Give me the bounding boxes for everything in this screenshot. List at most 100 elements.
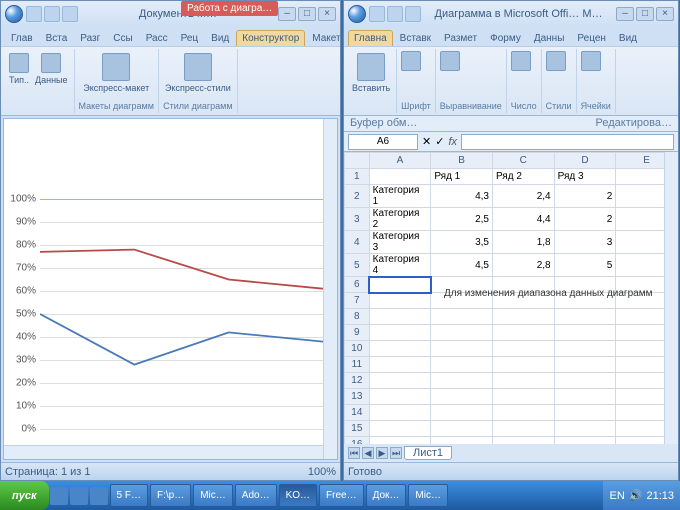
row-header[interactable]: 14 <box>345 405 370 421</box>
cell[interactable]: 2 <box>554 185 616 208</box>
column-header[interactable]: D <box>554 153 616 169</box>
cell[interactable]: 3 <box>554 231 616 254</box>
sheet-nav-next[interactable]: ▶ <box>376 447 388 459</box>
cell[interactable] <box>554 309 616 325</box>
save-icon[interactable] <box>369 6 385 22</box>
styles-group-icon[interactable] <box>546 51 566 71</box>
cell[interactable] <box>369 293 431 309</box>
cell[interactable]: Категория 3 <box>369 231 431 254</box>
tab-chart-layout[interactable]: Макет <box>306 30 346 46</box>
tab-mailings[interactable]: Расс <box>140 30 174 46</box>
cell[interactable] <box>369 277 431 293</box>
row-header[interactable]: 1 <box>345 169 370 185</box>
tab-layout[interactable]: Разг <box>74 30 106 46</box>
taskbar-item[interactable]: Ado… <box>235 484 277 507</box>
cell[interactable] <box>554 373 616 389</box>
taskbar-item[interactable]: F:\p… <box>150 484 191 507</box>
cell[interactable] <box>431 373 493 389</box>
start-button[interactable]: пуск <box>0 481 49 510</box>
row-header[interactable]: 9 <box>345 325 370 341</box>
cell[interactable]: 3,5 <box>431 231 493 254</box>
cell[interactable] <box>492 357 554 373</box>
cell[interactable]: 4,3 <box>431 185 493 208</box>
tab-view[interactable]: Вид <box>205 30 235 46</box>
cell[interactable] <box>492 405 554 421</box>
tray-icon[interactable]: 🔊 <box>629 489 643 502</box>
name-box[interactable] <box>348 134 418 150</box>
close-button[interactable]: × <box>656 7 674 21</box>
cell[interactable] <box>554 325 616 341</box>
cell[interactable] <box>369 169 431 185</box>
cell[interactable]: 4,5 <box>431 254 493 277</box>
taskbar-item[interactable]: Mic… <box>408 484 448 507</box>
row-header[interactable]: 7 <box>345 293 370 309</box>
tab-view[interactable]: Вид <box>613 30 643 46</box>
font-group-icon[interactable] <box>401 51 421 71</box>
chart-data-button[interactable]: Данные <box>33 51 70 87</box>
cell[interactable]: Ряд 3 <box>554 169 616 185</box>
cell[interactable]: 2,4 <box>492 185 554 208</box>
cell[interactable] <box>431 389 493 405</box>
taskbar-item[interactable]: Free… <box>319 484 364 507</box>
cell[interactable] <box>369 405 431 421</box>
tab-references[interactable]: Ссы <box>107 30 138 46</box>
row-header[interactable]: 5 <box>345 254 370 277</box>
cell[interactable] <box>492 437 554 445</box>
cell[interactable] <box>431 421 493 437</box>
cell[interactable] <box>431 437 493 445</box>
word-scrollbar-horizontal[interactable] <box>4 445 323 459</box>
row-header[interactable]: 12 <box>345 373 370 389</box>
cells-group-icon[interactable] <box>581 51 601 71</box>
redo-icon[interactable] <box>62 6 78 22</box>
tab-design[interactable]: Конструктор <box>236 30 305 46</box>
cell[interactable] <box>369 389 431 405</box>
alignment-group-icon[interactable] <box>440 51 460 71</box>
cell[interactable]: 2 <box>554 208 616 231</box>
cell[interactable]: 5 <box>554 254 616 277</box>
excel-scrollbar-vertical[interactable] <box>664 152 678 444</box>
chart-tools-contextual-tab[interactable]: Работа с диагра… <box>181 1 278 16</box>
cell[interactable] <box>431 341 493 357</box>
minimize-button[interactable]: – <box>278 7 296 21</box>
maximize-button[interactable]: □ <box>636 7 654 21</box>
office-button[interactable] <box>5 5 23 23</box>
cell[interactable] <box>492 341 554 357</box>
close-button[interactable]: × <box>318 7 336 21</box>
cell[interactable] <box>431 357 493 373</box>
cell[interactable] <box>554 405 616 421</box>
taskbar-item[interactable]: Mic… <box>193 484 233 507</box>
cell[interactable]: Ряд 2 <box>492 169 554 185</box>
row-header[interactable]: 6 <box>345 277 370 293</box>
cell[interactable]: Категория 2 <box>369 208 431 231</box>
cell[interactable] <box>369 309 431 325</box>
cell[interactable]: Категория 1 <box>369 185 431 208</box>
cell[interactable] <box>492 421 554 437</box>
quick-layout-button[interactable]: Экспресс-макет <box>79 51 154 95</box>
document-area[interactable]: 0%10%20%30%40%50%60%70%80%90%100% <box>3 118 338 460</box>
row-header[interactable]: 16 <box>345 437 370 445</box>
tab-review[interactable]: Рец <box>175 30 205 46</box>
cell[interactable]: Категория 4 <box>369 254 431 277</box>
sheet-nav-prev[interactable]: ◀ <box>362 447 374 459</box>
undo-icon[interactable] <box>387 6 403 22</box>
number-group-icon[interactable] <box>511 51 531 71</box>
cell[interactable] <box>492 309 554 325</box>
sheet-tab[interactable]: Лист1 <box>404 446 452 460</box>
minimize-button[interactable]: – <box>616 7 634 21</box>
cell[interactable] <box>431 325 493 341</box>
enter-icon[interactable]: ✓ <box>435 135 444 148</box>
office-button[interactable] <box>348 5 366 23</box>
quick-styles-button[interactable]: Экспресс-стили <box>163 51 233 95</box>
row-header[interactable]: 15 <box>345 421 370 437</box>
cancel-icon[interactable]: ✕ <box>422 135 431 148</box>
cell[interactable] <box>431 309 493 325</box>
cell[interactable] <box>369 325 431 341</box>
row-header[interactable]: 2 <box>345 185 370 208</box>
chart-type-button[interactable]: Тип.. <box>7 51 31 87</box>
cell[interactable] <box>369 421 431 437</box>
cell[interactable] <box>492 373 554 389</box>
sheet-nav-first[interactable]: ⏮ <box>348 447 360 459</box>
row-header[interactable]: 11 <box>345 357 370 373</box>
cell[interactable]: 2,8 <box>492 254 554 277</box>
formula-bar[interactable] <box>461 134 674 150</box>
